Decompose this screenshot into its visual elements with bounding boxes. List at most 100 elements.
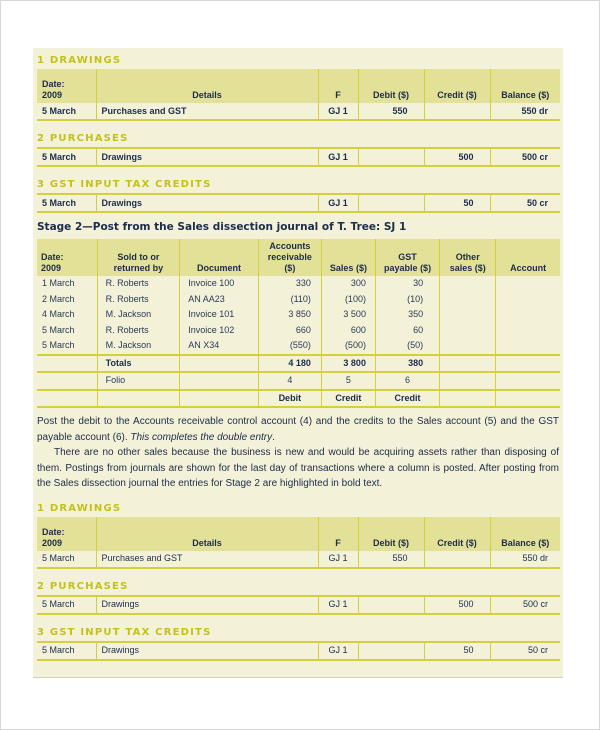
account-heading-gst-input-tax-credits: 3 GST INPUT TAX CREDITS [37, 179, 212, 190]
cell-party: R. Roberts [96, 291, 180, 307]
cell-gst: 60 [374, 322, 440, 338]
col-sales: Sales ($) [320, 239, 376, 276]
col-account: Account [495, 239, 560, 276]
cell-account [495, 276, 560, 292]
col-date: Date: 2009 [37, 69, 96, 103]
cell-party [96, 388, 180, 408]
col-details: Details [95, 516, 318, 551]
col-document: Document [179, 239, 259, 276]
cell-balance: 50 cr [489, 641, 560, 660]
side-gst: Credit [374, 388, 440, 408]
ledger-gst-input-tax-credits-stage2: 5 March Drawings GJ 1 50 50 cr [37, 640, 560, 661]
cell-details: Drawings [95, 148, 318, 166]
cell-document [179, 371, 259, 390]
cell-folio: GJ 1 [317, 550, 358, 568]
table-row: 2 March R. Roberts AN AA23 (110) (100) (… [37, 291, 560, 307]
folio-row: Folio 4 5 6 [37, 371, 560, 390]
cell-date: 4 March [42, 309, 75, 320]
emphasis-double-entry: This completes the double entry [130, 431, 273, 443]
cell-other-sales [439, 353, 496, 372]
cell-date: 5 March [42, 553, 75, 563]
cell-document: AN AA23 [179, 291, 259, 307]
cell-credit: 50 [423, 641, 490, 660]
cell-accounts-receivable: 3 850 [257, 307, 322, 323]
account-heading-purchases-stage2: 2 PURCHASES [37, 580, 129, 592]
col-sold-to: Sold to or returned by [96, 239, 180, 276]
cell-document: Invoice 101 [179, 307, 259, 323]
cell-other-sales [439, 322, 496, 338]
cell-credit: 500 [423, 148, 490, 166]
col-gst-payable: GST payable ($) [374, 239, 440, 276]
cell-account [495, 338, 560, 355]
cell-folio: GJ 1 [317, 641, 358, 660]
col-credit: Credit ($) [423, 516, 490, 551]
ledger-gst-input-tax-credits: 5 March Drawings GJ 1 50 50 cr [37, 193, 560, 213]
total-gst: 380 [374, 353, 440, 372]
cell-sales: (100) [320, 291, 376, 307]
cell-date: 5 March [42, 324, 75, 335]
col-folio: F [317, 69, 358, 103]
sales-dissection-journal: Date: 2009 Sold to or returned by Document… [37, 239, 560, 408]
cell-gst: 350 [374, 307, 440, 323]
cell-party: M. Jackson [96, 307, 180, 323]
cell-credit [423, 103, 490, 120]
table-row: 5 March Drawings GJ 1 500 500 cr [37, 148, 560, 166]
table-row: 5 March M. Jackson AN X34 (550) (500) (5… [37, 338, 560, 355]
side-row: Debit Credit Credit [37, 388, 560, 408]
ledger-purchases-stage2: 5 March Drawings GJ 1 500 500 cr [37, 594, 560, 615]
document-panel: 1 DRAWINGS Date: 2009 Details F Debit ($)… [33, 48, 563, 678]
table-row: 5 March Drawings GJ 1 50 50 cr [37, 194, 560, 212]
ledger-purchases: 5 March Drawings GJ 1 500 500 cr [37, 147, 560, 167]
cell-date: 5 March [42, 105, 77, 116]
folio-label: Folio [96, 371, 180, 390]
cell-details: Drawings [95, 595, 318, 614]
folio-accounts-receivable: 4 [257, 371, 322, 390]
folio-gst: 6 [374, 371, 440, 390]
cell-details: Drawings [95, 641, 318, 660]
cell-party: M. Jackson [96, 338, 180, 355]
cell-account [495, 353, 560, 372]
col-date: Date: 2009 [37, 239, 98, 276]
cell-debit [357, 595, 424, 614]
cell-date: 5 March [42, 599, 75, 609]
ledger-header-row: Date: 2009 Details F Debit ($) Credit ($)… [37, 516, 560, 551]
cell-account [495, 388, 560, 408]
col-balance: Balance ($) [489, 69, 560, 103]
cell-details: Purchases and GST [95, 550, 318, 568]
table-row: 5 March R. Roberts Invoice 102 660 600 6… [37, 322, 560, 338]
col-other-sales: Other sales ($) [439, 239, 496, 276]
cell-other-sales [439, 291, 496, 307]
paragraph-no-other-sales: There are no other sales because the bus… [37, 447, 559, 489]
cell-date: 5 March [42, 197, 77, 208]
cell-folio: GJ 1 [317, 194, 358, 212]
col-accounts-receivable: Accounts receivable ($) [257, 239, 322, 276]
cell-debit: 550 [357, 103, 424, 120]
totals-label: Totals [96, 353, 180, 372]
cell-credit: 50 [423, 194, 490, 212]
cell-balance: 550 dr [489, 550, 560, 568]
journal-header-row: Date: 2009 Sold to or returned by Document… [37, 239, 560, 276]
cell-balance: 50 cr [489, 194, 560, 212]
cell-account [495, 371, 560, 390]
cell-date: 5 March [42, 151, 77, 162]
totals-row: Totals 4 180 3 800 380 [37, 353, 560, 372]
cell-debit [357, 148, 424, 166]
cell-date: 2 March [42, 293, 75, 304]
total-accounts-receivable: 4 180 [257, 353, 322, 372]
cell-party: R. Roberts [96, 322, 180, 338]
paragraph-post-debit: Post the debit to the Accounts receivabl… [37, 416, 559, 443]
ledger-drawings-stage2: Date: 2009 Details F Debit ($) Credit ($)… [37, 516, 560, 569]
col-date: Date: 2009 [37, 516, 96, 551]
cell-date [37, 388, 98, 408]
col-credit: Credit ($) [423, 69, 490, 103]
col-balance: Balance ($) [489, 516, 560, 551]
cell-credit: 500 [423, 595, 490, 614]
cell-folio: GJ 1 [317, 103, 358, 120]
total-sales: 3 800 [320, 353, 376, 372]
side-accounts-receivable: Debit [257, 388, 322, 408]
cell-debit: 550 [357, 550, 424, 568]
cell-balance: 500 cr [489, 595, 560, 614]
cell-date [37, 353, 98, 372]
cell-details: Purchases and GST [95, 103, 318, 120]
col-debit: Debit ($) [357, 516, 424, 551]
